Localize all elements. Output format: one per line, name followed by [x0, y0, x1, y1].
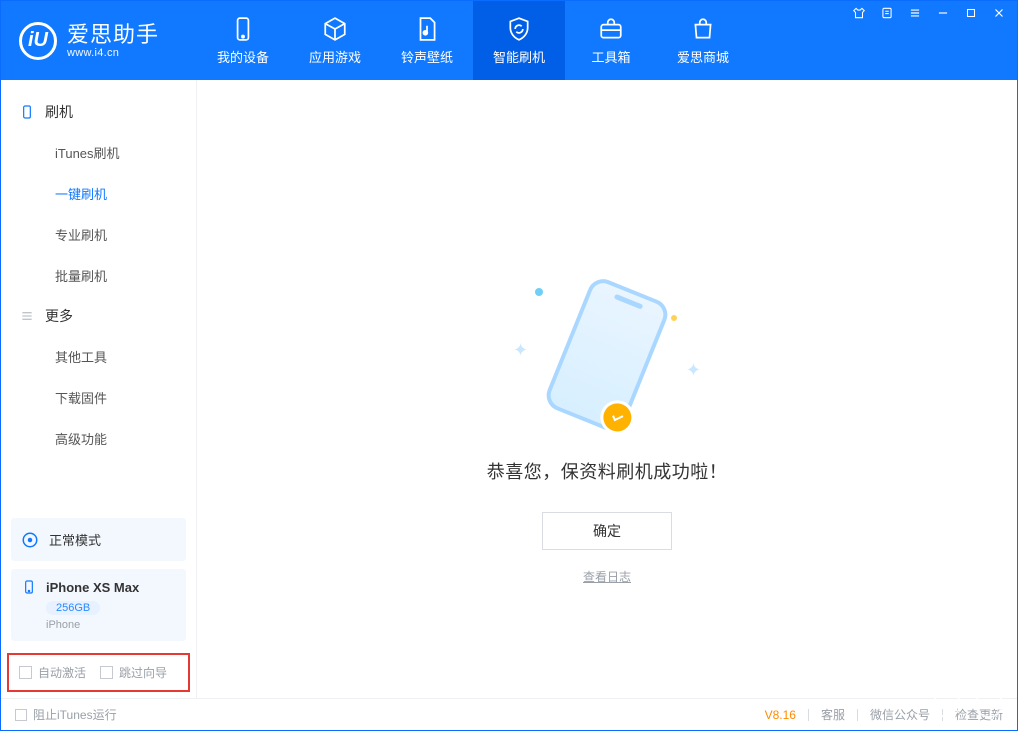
phone-small-icon [19, 104, 35, 120]
phone-illustration [542, 274, 672, 435]
tab-store[interactable]: 爱思商城 [657, 1, 749, 80]
window-controls [851, 1, 1017, 25]
minimize-button[interactable] [935, 5, 951, 21]
music-file-icon [414, 16, 440, 42]
device-type: iPhone [46, 619, 176, 631]
device-name: iPhone XS Max [46, 580, 139, 595]
app-url: www.i4.cn [67, 47, 159, 60]
download-button[interactable] [933, 690, 961, 718]
success-message: 恭喜您，保资料刷机成功啦！ [487, 458, 728, 484]
header-account-area [933, 690, 1003, 718]
device-icon [21, 579, 37, 595]
sidebar-item-batch-flash[interactable]: 批量刷机 [1, 255, 196, 296]
close-button[interactable] [991, 5, 1007, 21]
device-capacity: 256GB [46, 601, 100, 615]
body: 刷机 iTunes刷机 一键刷机 专业刷机 批量刷机 更多 其他工具 下载固件 … [1, 80, 1017, 698]
version-label: V8.16 [765, 708, 796, 722]
phone-icon [230, 16, 256, 42]
shirt-icon[interactable] [851, 5, 867, 21]
wechat-link[interactable]: 微信公众号 [870, 706, 930, 723]
sidebar: 刷机 iTunes刷机 一键刷机 专业刷机 批量刷机 更多 其他工具 下载固件 … [1, 80, 197, 698]
header: iU 爱思助手 www.i4.cn 我的设备 应用游戏 铃声壁纸 智能刷机 [1, 1, 1017, 80]
footer: 阻止iTunes运行 V8.16 客服 微信公众号 检查更新 [1, 698, 1017, 730]
checkbox-skip-wizard[interactable]: 跳过向导 [100, 664, 167, 681]
sidebar-item-other-tools[interactable]: 其他工具 [1, 336, 196, 377]
checkbox-icon [19, 666, 32, 679]
menu-icon[interactable] [907, 5, 923, 21]
checkbox-icon [100, 666, 113, 679]
tab-apps-games[interactable]: 应用游戏 [289, 1, 381, 80]
bag-icon [690, 16, 716, 42]
main-area: ✦ ✦ 恭喜您，保资料刷机成功啦！ 确定 查看日志 [197, 80, 1017, 698]
toolbox-icon [598, 16, 624, 42]
maximize-button[interactable] [963, 5, 979, 21]
status-ok-icon [21, 531, 39, 549]
shield-refresh-icon [506, 16, 532, 42]
check-badge-icon [595, 395, 639, 439]
sidebar-group-flash[interactable]: 刷机 [1, 92, 196, 132]
tab-ringtones-wallpapers[interactable]: 铃声壁纸 [381, 1, 473, 80]
user-icon [982, 697, 996, 711]
view-log-link[interactable]: 查看日志 [583, 568, 631, 585]
dot-icon [535, 288, 543, 296]
profile-button[interactable] [975, 690, 1003, 718]
cube-icon [322, 16, 348, 42]
sparkle-icon: ✦ [513, 340, 528, 361]
tab-my-device[interactable]: 我的设备 [197, 1, 289, 80]
tab-smart-flash[interactable]: 智能刷机 [473, 1, 565, 80]
app-title: 爱思助手 [67, 22, 159, 47]
success-illustration: ✦ ✦ [507, 280, 707, 430]
sidebar-group-more[interactable]: 更多 [1, 296, 196, 336]
logo[interactable]: iU 爱思助手 www.i4.cn [1, 1, 197, 80]
tab-toolbox[interactable]: 工具箱 [565, 1, 657, 80]
app-window: iU 爱思助手 www.i4.cn 我的设备 应用游戏 铃声壁纸 智能刷机 [0, 0, 1018, 731]
ok-button[interactable]: 确定 [542, 512, 672, 550]
checkbox-auto-activate[interactable]: 自动激活 [19, 664, 86, 681]
sidebar-item-onekey-flash[interactable]: 一键刷机 [1, 173, 196, 214]
dot-icon [671, 315, 677, 321]
feedback-icon[interactable] [879, 5, 895, 21]
device-mode[interactable]: 正常模式 [11, 518, 186, 561]
sidebar-item-pro-flash[interactable]: 专业刷机 [1, 214, 196, 255]
logo-icon: iU [19, 22, 57, 60]
checkbox-icon [15, 709, 27, 721]
device-card[interactable]: iPhone XS Max 256GB iPhone [11, 569, 186, 641]
header-tabs: 我的设备 应用游戏 铃声壁纸 智能刷机 工具箱 爱思商城 [197, 1, 749, 80]
sidebar-options-highlighted: 自动激活 跳过向导 [7, 653, 190, 692]
sparkle-icon: ✦ [686, 360, 701, 381]
sidebar-item-advanced[interactable]: 高级功能 [1, 418, 196, 459]
sidebar-item-itunes-flash[interactable]: iTunes刷机 [1, 132, 196, 173]
list-icon [19, 308, 35, 324]
sidebar-item-firmware[interactable]: 下载固件 [1, 377, 196, 418]
download-icon [940, 697, 954, 711]
checkbox-block-itunes[interactable]: 阻止iTunes运行 [15, 706, 117, 723]
support-link[interactable]: 客服 [821, 706, 845, 723]
